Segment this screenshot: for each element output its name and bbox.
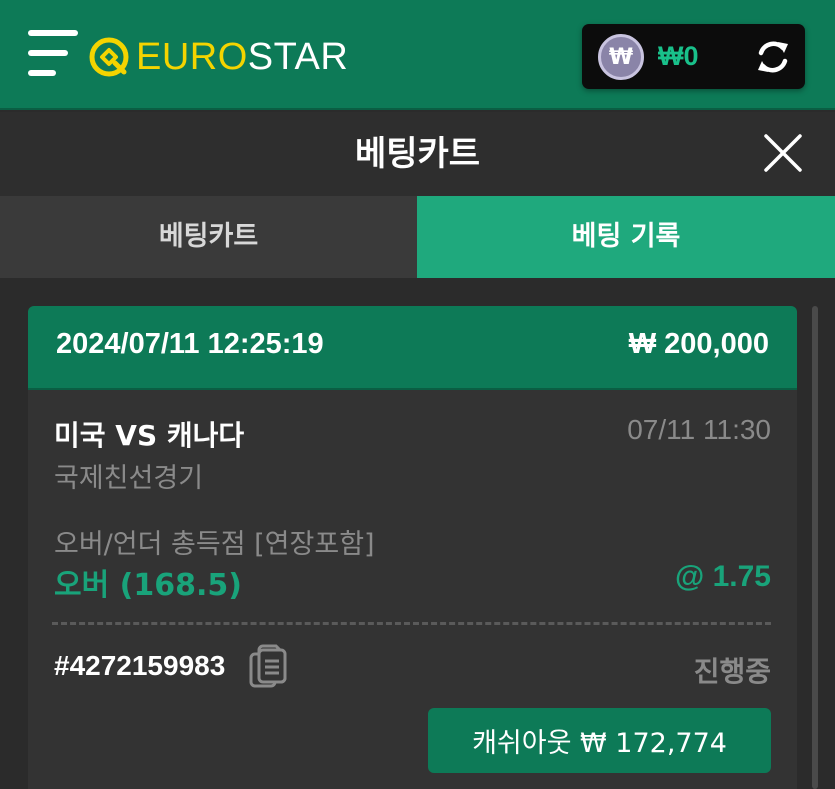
bet-record-card: 2024/07/11 12:25:19 ₩ 200,000 미국 VS 캐나다 …	[28, 306, 797, 789]
bet-amount: ₩ 200,000	[628, 328, 769, 360]
bet-tabs: 베팅카트 베팅 기록	[0, 196, 835, 278]
wallet-box: ₩ ₩0	[582, 24, 805, 89]
tab-bet-cart[interactable]: 베팅카트	[0, 196, 417, 278]
logo-mark-icon	[89, 37, 129, 77]
bet-selection: 오버 (168.5)	[54, 568, 242, 603]
scrollbar[interactable]	[812, 306, 818, 789]
bet-cart-header: 베팅카트	[0, 112, 835, 196]
close-icon[interactable]	[762, 132, 804, 174]
wallet-balance: ₩0	[658, 41, 699, 71]
match-time: 07/11 11:30	[627, 414, 771, 445]
bet-odds: @ 1.75	[675, 560, 771, 593]
logo-text-star: STAR	[247, 36, 349, 78]
tab-bet-history[interactable]: 베팅 기록	[417, 196, 835, 278]
top-bar: EUROSTAR ₩ ₩0	[0, 0, 835, 110]
won-coin-symbol: ₩	[608, 44, 634, 70]
bet-datetime: 2024/07/11 12:25:19	[56, 328, 324, 360]
hamburger-menu-icon[interactable]	[28, 30, 80, 82]
match-name: 미국 VS 캐나다	[54, 419, 245, 452]
logo-text-euro: EURO	[136, 36, 248, 78]
bet-card-header: 2024/07/11 12:25:19 ₩ 200,000	[28, 306, 797, 390]
ticket-id: #4272159983	[54, 650, 226, 681]
bet-market: 오버/언더 총득점 [연장포함]	[54, 529, 375, 560]
bet-cart-title: 베팅카트	[354, 134, 481, 174]
eurostar-logo[interactable]: EUROSTAR	[88, 34, 348, 80]
won-coin-icon: ₩	[598, 34, 644, 80]
bet-status: 진행중	[693, 655, 771, 688]
dashed-divider	[52, 622, 771, 625]
copy-icon[interactable]	[248, 644, 288, 690]
cashout-button[interactable]: 캐쉬아웃 ₩ 172,774	[428, 708, 771, 773]
refresh-icon[interactable]	[752, 36, 794, 78]
league-name: 국제친선경기	[54, 463, 204, 494]
